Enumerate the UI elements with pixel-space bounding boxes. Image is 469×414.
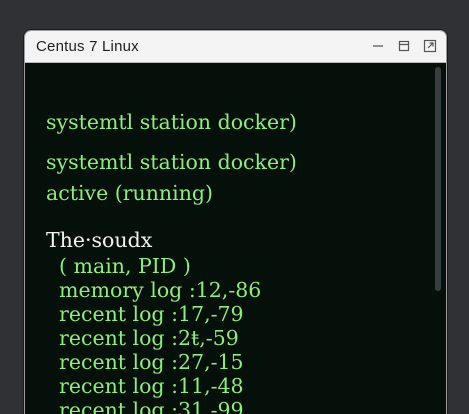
popout-icon[interactable] [422,38,438,54]
log-line: recent log :11,-48 [46,374,244,398]
log-line: memory log :12,-86 [46,278,262,302]
minimize-icon[interactable] [370,38,386,54]
title-bar[interactable]: Centus 7 Linux [25,31,446,63]
log-line: recent log :17,-79 [46,302,244,326]
log-line: recent log :2ŧ,-59 [46,326,239,350]
scroll-thumb[interactable] [435,67,441,291]
vertical-scrollbar[interactable] [434,67,443,414]
window-controls [370,38,438,54]
terminal-output[interactable]: systemtl station docker) systemtl statio… [25,63,432,414]
section-heading: The·soudx [46,228,153,252]
terminal-window: Centus 7 Linux systemtl station docker) … [24,30,447,414]
output-line: ( main, PID ) [46,254,191,278]
window-title: Centus 7 Linux [36,38,139,55]
output-line: systemtl station docker) [46,110,297,134]
output-line: systemtl station docker) [46,150,297,174]
status-line: active (running) [46,181,214,205]
restore-icon[interactable] [396,38,412,54]
log-line: recent log :31,-99 [46,398,244,414]
log-line: recent log :27,-15 [46,350,244,374]
